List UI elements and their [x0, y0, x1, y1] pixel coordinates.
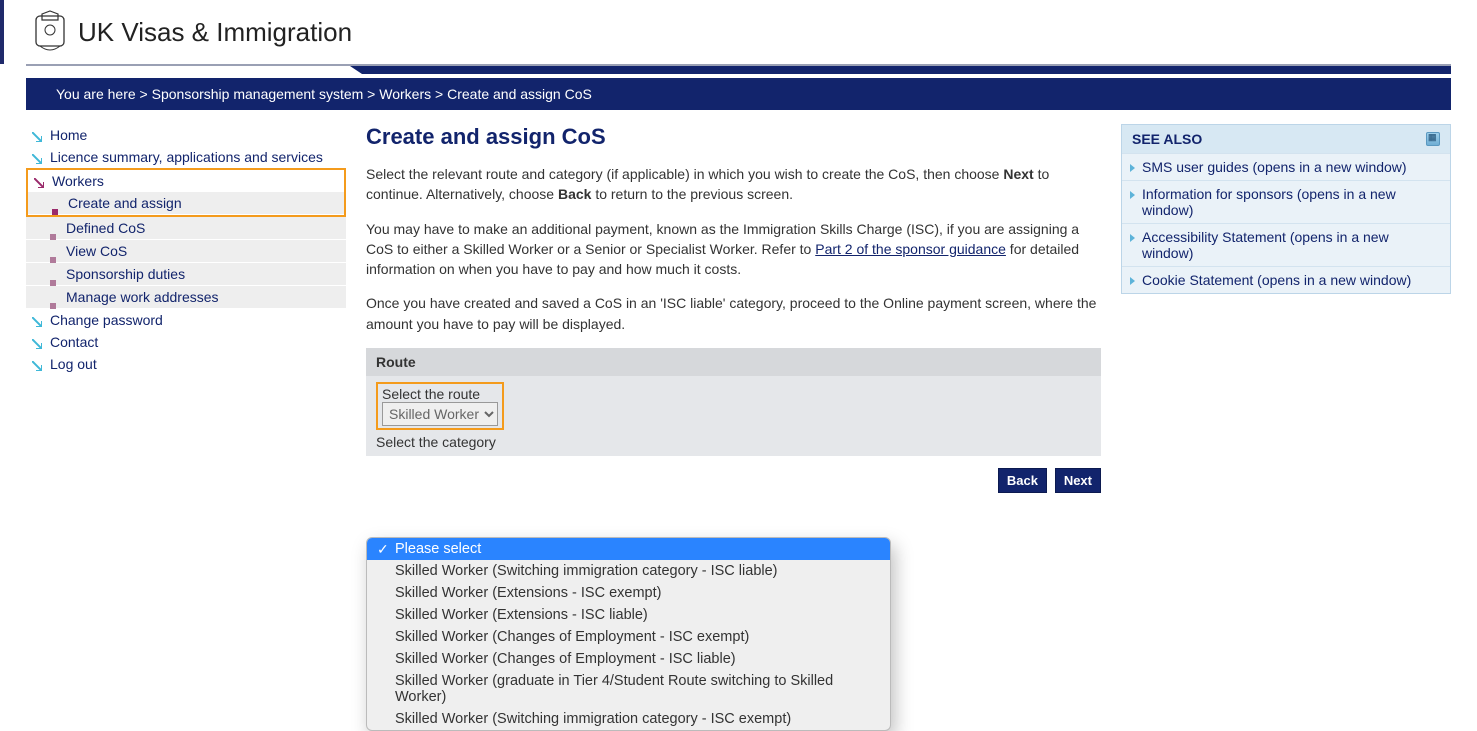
category-dropdown[interactable]: Please select Skilled Worker (Switching … [366, 537, 891, 731]
dropdown-option[interactable]: Please select [367, 538, 890, 560]
dropdown-option[interactable]: Skilled Worker (Extensions - ISC exempt) [367, 582, 890, 604]
breadcrumb-link-workers[interactable]: Workers [379, 86, 431, 102]
next-button[interactable]: Next [1055, 468, 1101, 493]
dropdown-option[interactable]: Skilled Worker (Extensions - ISC liable) [367, 604, 890, 626]
route-label: Select the route [382, 386, 498, 402]
nav-sub-manage-addresses[interactable]: Manage work addresses [26, 286, 346, 309]
arrow-icon [32, 361, 42, 371]
dropdown-option[interactable]: Skilled Worker (graduate in Tier 4/Stude… [367, 670, 890, 708]
nav-sub-defined-cos[interactable]: Defined CoS [26, 217, 346, 240]
nav-sub-sponsorship-duties[interactable]: Sponsorship duties [26, 263, 346, 286]
highlighted-route-select: Select the route Skilled Worker [376, 382, 504, 430]
header-decorative-border [0, 64, 1477, 78]
breadcrumb-link-sms[interactable]: Sponsorship management system [152, 86, 364, 102]
see-also-header: SEE ALSO [1122, 125, 1450, 153]
back-button[interactable]: Back [998, 468, 1047, 493]
see-also-item[interactable]: SMS user guides (opens in a new window) [1122, 153, 1450, 180]
nav-link[interactable]: Home [50, 127, 87, 143]
site-header: UK Visas & Immigration [0, 0, 1477, 64]
see-also-link[interactable]: SMS user guides (opens in a new window) [1142, 159, 1407, 175]
category-label: Select the category [376, 434, 1091, 450]
nav-item-home[interactable]: Home [26, 124, 346, 146]
route-select[interactable]: Skilled Worker [382, 402, 498, 426]
main-content: Create and assign CoS Select the relevan… [366, 124, 1101, 493]
dropdown-option[interactable]: Skilled Worker (Switching immigration ca… [367, 560, 890, 582]
arrow-icon [32, 339, 42, 349]
nav-item-contact[interactable]: Contact [26, 331, 346, 353]
nav-link[interactable]: Workers [52, 173, 104, 189]
route-header: Route [366, 348, 1101, 376]
arrow-icon [32, 132, 42, 142]
nav-link[interactable]: Defined CoS [66, 220, 145, 236]
nav-link[interactable]: Contact [50, 334, 98, 350]
bullet-icon [50, 250, 56, 256]
sponsor-guidance-link[interactable]: Part 2 of the sponsor guidance [815, 241, 1006, 257]
nav-link[interactable]: Change password [50, 312, 163, 328]
see-also-link[interactable]: Accessibility Statement (opens in a new … [1142, 229, 1389, 261]
highlighted-nav-section: Workers Create and assign [26, 168, 346, 217]
nav-sub-view-cos[interactable]: View CoS [26, 240, 346, 263]
see-also-sidebar: SEE ALSO SMS user guides (opens in a new… [1121, 124, 1451, 294]
intro-para-2: You may have to make an additional payme… [366, 219, 1101, 280]
nav-link[interactable]: Create and assign [68, 195, 182, 211]
bullet-icon [50, 227, 56, 233]
intro-para-3: Once you have created and saved a CoS in… [366, 293, 1101, 334]
site-title: UK Visas & Immigration [78, 17, 352, 48]
nav-item-log-out[interactable]: Log out [26, 353, 346, 375]
dropdown-option[interactable]: Skilled Worker (Switching immigration ca… [367, 708, 890, 730]
see-also-link[interactable]: Cookie Statement (opens in a new window) [1142, 272, 1411, 288]
nav-item-workers[interactable]: Workers [28, 170, 344, 192]
grid-icon [1426, 132, 1440, 146]
bullet-icon [52, 202, 58, 208]
breadcrumb: You are here > Sponsorship management sy… [26, 78, 1451, 110]
dropdown-option[interactable]: Skilled Worker (Changes of Employment - … [367, 648, 890, 670]
nav-link[interactable]: Licence summary, applications and servic… [50, 149, 323, 165]
see-also-link[interactable]: Information for sponsors (opens in a new… [1142, 186, 1396, 218]
arrow-icon [34, 178, 44, 188]
nav-link[interactable]: Manage work addresses [66, 289, 219, 305]
nav-link[interactable]: Log out [50, 356, 97, 372]
crest-icon [34, 10, 66, 54]
nav-sub-create-assign[interactable]: Create and assign [28, 192, 344, 215]
breadcrumb-current: Create and assign CoS [447, 86, 592, 102]
nav-item-change-password[interactable]: Change password [26, 309, 346, 331]
arrow-icon [32, 317, 42, 327]
button-row: Back Next [366, 468, 1101, 493]
page-title: Create and assign CoS [366, 124, 1101, 150]
see-also-item[interactable]: Cookie Statement (opens in a new window) [1122, 266, 1450, 293]
arrow-icon [32, 154, 42, 164]
nav-link[interactable]: View CoS [66, 243, 127, 259]
bullet-icon [50, 296, 56, 302]
see-also-item[interactable]: Information for sponsors (opens in a new… [1122, 180, 1450, 223]
route-form: Route Select the route Skilled Worker Se… [366, 348, 1101, 456]
see-also-title: SEE ALSO [1132, 131, 1202, 147]
nav-item-licence[interactable]: Licence summary, applications and servic… [26, 146, 346, 168]
breadcrumb-prefix: You are here > [56, 86, 148, 102]
bullet-icon [50, 273, 56, 279]
dropdown-option[interactable]: Skilled Worker (Changes of Employment - … [367, 626, 890, 648]
left-nav: Home Licence summary, applications and s… [26, 124, 346, 375]
intro-para-1: Select the relevant route and category (… [366, 164, 1101, 205]
nav-link[interactable]: Sponsorship duties [66, 266, 185, 282]
see-also-item[interactable]: Accessibility Statement (opens in a new … [1122, 223, 1450, 266]
